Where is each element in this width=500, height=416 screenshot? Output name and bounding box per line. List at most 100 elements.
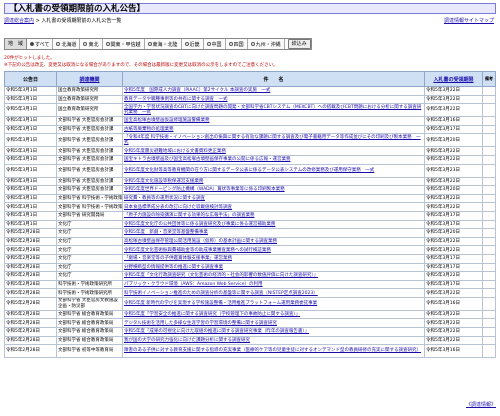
remarks-cell bbox=[482, 236, 496, 247]
agency-cell: 国立教育政策研究所 bbox=[56, 86, 123, 96]
notice-date-cell: 令和5年3月1日 bbox=[4, 154, 57, 165]
subject-link[interactable]: デジタル技術を活用した多様な生涯学習の学習環境の整備に関する調査研究 bbox=[122, 318, 425, 329]
subject-link[interactable]: 令和5年度 新劇・音楽堂等基盤整備事業 bbox=[122, 228, 425, 238]
radio-icon[interactable] bbox=[184, 42, 189, 46]
subject-link[interactable]: 国宝キトラ古墳壁画及び国宝高松塚古墳壁画保存事業の公開に係る広報・運営業務 bbox=[122, 154, 425, 165]
remarks-cell bbox=[482, 309, 496, 320]
subject-link[interactable]: 令和5年度文化施設等税保運営支援業務 bbox=[122, 176, 425, 187]
remarks-cell bbox=[482, 327, 496, 337]
agency-cell: 文部科学省 総合教育政策局 bbox=[56, 318, 123, 329]
radio-icon[interactable] bbox=[228, 42, 233, 46]
deadline-cell: 令和5年3月22日 bbox=[424, 103, 483, 118]
region-option[interactable]: 四国 bbox=[226, 39, 248, 49]
agency-cell: 文部科学省 大臣官房会計課 bbox=[56, 124, 123, 135]
region-option[interactable]: すべて bbox=[27, 39, 54, 49]
subject-link[interactable]: 国宝高松塚古墳壁画仮設修理施設警備業務 bbox=[122, 116, 425, 126]
agency-cell: 文部科学省 総合教育政策局 bbox=[56, 309, 123, 320]
deadline-cell: 令和5年3月22日 bbox=[424, 271, 483, 281]
subject-link[interactable]: 高松塚古墳壁画保存管理公開活用施設（仮称）の基本計画に関する調査業務 bbox=[122, 236, 425, 247]
breadcrumb-home-link[interactable]: 調達総合案内 bbox=[4, 18, 34, 24]
table-row: 令和5年2月28日 文部科学省 総合教育政策局 デジタル技術を活用した多様な生涯学習… bbox=[4, 318, 496, 329]
notice-date-cell: 令和5年2月28日 bbox=[4, 245, 57, 255]
subject-link[interactable]: 「劇場・音楽堂等の子供鑑賞体験支援事業」運営業務 bbox=[122, 253, 425, 264]
deadline-cell: 令和5年3月23日 bbox=[424, 163, 483, 178]
radio-icon[interactable] bbox=[56, 42, 61, 46]
region-option[interactable]: 東海・北陸 bbox=[145, 39, 182, 49]
col-header-agency-link[interactable]: 調達機関 bbox=[79, 77, 99, 83]
notice-date-cell: 令和5年3月1日 bbox=[4, 210, 57, 221]
notice-date-cell: 令和5年2月28日 bbox=[4, 327, 57, 337]
notice-text: ※下記の公告は改正、変更又は取消になる場合がありますので、その場合は最新版に変更… bbox=[4, 63, 278, 68]
radio-icon[interactable] bbox=[147, 42, 152, 46]
subject-link[interactable]: 「原子力施設の除染講演に関する効果的な広報手法」の調査業務 bbox=[122, 210, 425, 221]
radio-icon[interactable] bbox=[250, 42, 255, 46]
table-row: 令和5年3月1日 国立教育政策研究所 全国学力・学習状況調査のCBTに向けた調査問題… bbox=[4, 103, 496, 118]
subject-link[interactable]: 全国学力・学習状況調査のCBTに向けた調査問題の開発・文部科学省CBTシステム（… bbox=[122, 103, 425, 118]
procurement-info-link[interactable]: 《調達情報》 bbox=[466, 401, 496, 408]
subject-link[interactable]: 令和5年度「成果の可視化に向けた取組の推進に関する調査研究事業（昨年の調査報告書… bbox=[122, 327, 425, 337]
radio-icon[interactable] bbox=[206, 42, 211, 46]
col-header-deadline-link[interactable]: 入札書の受領期限 bbox=[433, 77, 473, 83]
notice-date-cell: 令和5年3月1日 bbox=[4, 185, 57, 195]
subject-link[interactable]: 「令和4年度 科学技術・イノベーション創出の振興に関する有効な課題に関する調査及… bbox=[122, 133, 425, 148]
notice-date-cell: 令和5年2月28日 bbox=[4, 335, 57, 346]
table-row: 令和5年3月1日 文部科学省 科学技術・学術政策局 日本食品標準成分表の改訂に向けた… bbox=[4, 202, 496, 212]
subject-link[interactable]: 令和5年度震災避難地域における文書資料更正業務 bbox=[122, 146, 425, 156]
table-row: 令和5年2月28日 科学技術・学術政策研究所 パブリック・クラウド環境（AWS：Am… bbox=[4, 279, 496, 290]
notice-date-cell: 令和5年3月1日 bbox=[4, 124, 57, 135]
region-option[interactable]: 東北 bbox=[80, 39, 103, 49]
subject-link[interactable]: 令和5年度「学習安全の推進に関する調査研究（学校管理下の事故防止に関する調査）」 bbox=[122, 309, 425, 320]
notice-date-cell: 令和5年3月1日 bbox=[4, 103, 57, 118]
subject-link[interactable]: 教育データや職種事例等の共有に関する調査 一式 bbox=[122, 94, 425, 105]
subject-link[interactable]: 令和5年度世界ドーピング防止機構（WADA）賞状等事業等に係る印刷製本業務 bbox=[122, 185, 425, 195]
deadline-cell: 令和5年3月22日 bbox=[424, 193, 483, 204]
table-row: 令和5年2月28日 文部科学省 大臣官房文教施設企画・防災部 令和5年度 新時代の学… bbox=[4, 296, 496, 311]
radio-icon[interactable] bbox=[30, 42, 35, 46]
agency-cell: 国立教育政策研究所 bbox=[56, 94, 123, 105]
agency-cell: 文部科学省 研究開発局 bbox=[56, 210, 123, 221]
subject-link[interactable]: 日本食品標準成分表の改訂に向けた収載値検討等調査 bbox=[122, 202, 425, 212]
table-row: 令和5年3月1日 文部科学省 研究開発局 「原子力施設の除染講演に関する効果的な広報… bbox=[4, 210, 496, 221]
table-row: 令和5年3月1日 文部科学省 大臣官房会計課 令和5年度震災避難地域における文書資料… bbox=[4, 146, 496, 156]
col-header-agency[interactable]: 調達機関 bbox=[56, 71, 123, 87]
remarks-cell bbox=[482, 318, 496, 329]
agency-cell: 文部科学省 初等中等教育局 bbox=[56, 344, 123, 359]
notice-date-cell: 令和5年3月1日 bbox=[4, 193, 57, 204]
subject-link[interactable]: 令和5年度文化庁の公共団体等に係る調査研究及び事業に係る運営補助業務 bbox=[122, 219, 425, 230]
region-option[interactable]: 九州・沖縄 bbox=[248, 39, 285, 49]
subject-link[interactable]: 我が国の大学の研究力強化に向けた課題分析に関する調査研究 bbox=[122, 335, 425, 346]
region-option-label: 東海・北陸 bbox=[152, 41, 178, 48]
agency-cell: 文部科学省 科学技術・学術政策局 bbox=[56, 202, 123, 212]
subject-link[interactable]: 障害のある子供に対する教育支援に関する指導の充実事業（医療的ケア等の児童生徒に対… bbox=[122, 344, 425, 359]
region-option[interactable]: 北海道 bbox=[53, 39, 81, 49]
region-option[interactable]: 中国 bbox=[204, 39, 226, 49]
subject-link[interactable]: 分野横断型の情報提供等の推進に関する調査事業 bbox=[122, 262, 425, 273]
subject-link[interactable]: 科学技術イノベーション推進のための調査分析の基盤等に関する調査（NISTEP定点… bbox=[122, 288, 425, 298]
remarks-cell bbox=[482, 133, 496, 148]
subject-link[interactable]: 研究費・教員等の運用状況に関する調査 bbox=[122, 193, 425, 204]
filter-submit-button[interactable]: 絞込み bbox=[287, 39, 311, 49]
agency-cell: 文部科学省 大臣官房会計課 bbox=[56, 163, 123, 178]
radio-icon[interactable] bbox=[105, 42, 110, 46]
subject-link[interactable]: パブリック・クラウド環境（AWS：Amazon Web Service）の利用 bbox=[122, 279, 425, 290]
remarks-cell bbox=[482, 163, 496, 178]
subject-link[interactable]: 令和5年度「文化行政調査研究（文化芸術の経済的・社会的影響の数値評価に向けた調査… bbox=[122, 271, 425, 281]
radio-icon[interactable] bbox=[83, 42, 88, 46]
notice-date-cell: 令和5年3月1日 bbox=[4, 86, 57, 96]
subject-link[interactable]: 古紙等廃棄物の処理業務 bbox=[122, 124, 425, 135]
region-option[interactable]: 関東・甲信越 bbox=[103, 39, 145, 49]
notice-date-cell: 令和5年3月1日 bbox=[4, 133, 57, 148]
subject-link[interactable]: 令和5年度 新時代の学びを実現する学校施設整備・活用推進プラットフォーム運用業務… bbox=[122, 296, 425, 311]
remarks-cell bbox=[482, 146, 496, 156]
sitemap-link[interactable]: 調達情報サイトマップ bbox=[444, 17, 494, 24]
col-header-deadline[interactable]: 入札書の受領期限 bbox=[424, 71, 483, 87]
subject-link[interactable]: 令和5年度文化財等高等教育機関の在り方に関するデータ公表に係るデータ公表システム… bbox=[122, 163, 425, 178]
table-row: 令和5年2月28日 文化庁 「劇場・音楽堂等の子供鑑賞体験支援事業」運営業務 令和5年… bbox=[4, 253, 496, 264]
table-row: 令和5年2月28日 文化庁 高松塚古墳壁画保存管理公開活用施設（仮称）の基本計画に関… bbox=[4, 236, 496, 247]
page-title: 【入札書の受領期限前の入札公告】 bbox=[9, 4, 146, 14]
region-option[interactable]: 近畿 bbox=[182, 39, 204, 49]
notice-date-cell: 令和5年2月28日 bbox=[4, 271, 57, 281]
subject-link[interactable]: 令和5年度 国際成人力調査（PIAAC）第2サイクル 本調査の実施 一式 bbox=[122, 86, 425, 96]
subject-link[interactable]: 令和5年度文化芸術振興費補助金等の助成事業審査業務への試行検証業務 bbox=[122, 245, 425, 255]
region-option-label: すべて bbox=[35, 41, 50, 48]
